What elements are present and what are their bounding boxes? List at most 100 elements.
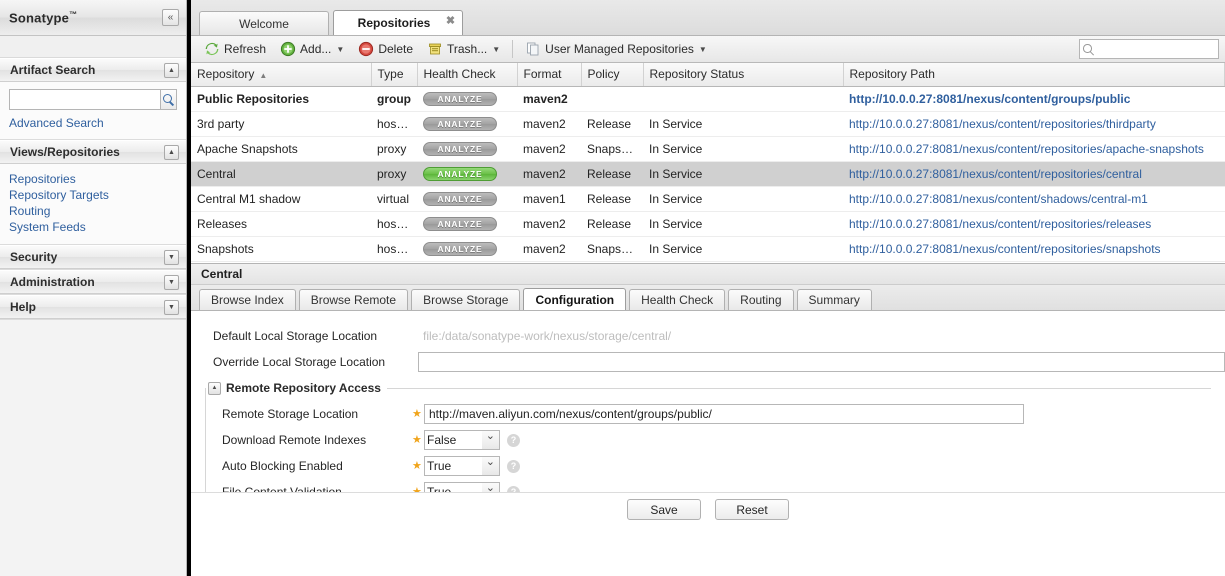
detail-tab-configuration[interactable]: Configuration (523, 288, 627, 310)
sidebar-item-system-feeds[interactable]: System Feeds (9, 219, 177, 235)
repository-path-link[interactable]: http://10.0.0.27:8081/nexus/content/repo… (849, 142, 1204, 156)
trash-icon (429, 43, 441, 55)
detail-tab-browse-remote[interactable]: Browse Remote (298, 289, 409, 310)
help-icon[interactable]: ? (507, 433, 520, 447)
chevron-down-icon[interactable]: ▼ (164, 299, 179, 315)
tab-repositories[interactable]: Repositories ✖ (333, 10, 463, 35)
analyze-badge[interactable]: ANALYZE (423, 242, 497, 256)
column-header-policy[interactable]: Policy (581, 63, 644, 87)
save-button[interactable]: Save (627, 499, 701, 520)
panel-header-views-repositories[interactable]: Views/Repositories ▲ (0, 140, 186, 164)
cell-health-check: ANALYZE (417, 136, 517, 162)
detail-tab-label: Browse Index (211, 293, 284, 307)
required-star-icon: ★ (412, 433, 422, 446)
refresh-button[interactable]: Refresh (197, 39, 273, 60)
chevron-down-icon: ▼ (336, 44, 345, 54)
cell-policy (581, 86, 643, 112)
toolbar-separator (512, 40, 514, 58)
cell-policy: Release (581, 186, 643, 212)
detail-tab-health-check[interactable]: Health Check (629, 289, 726, 310)
table-row[interactable]: Public Repositories group ANALYZE maven2 htt… (191, 86, 1225, 112)
reset-button[interactable]: Reset (715, 499, 789, 520)
detail-tab-browse-index[interactable]: Browse Index (199, 289, 296, 310)
sidebar-item-routing[interactable]: Routing (9, 203, 177, 219)
panel-header-security[interactable]: Security ▼ (0, 245, 186, 269)
close-icon[interactable]: ✖ (445, 16, 456, 27)
table-row[interactable]: 3rd party hosted ANALYZE maven2 Release In Se… (191, 111, 1225, 137)
table-row[interactable]: Central proxy ANALYZE maven2 Release In Servi… (191, 161, 1225, 187)
trash-button[interactable]: Trash... ▼ (420, 39, 507, 60)
table-row[interactable]: Releases hosted ANALYZE maven2 Release In Ser… (191, 211, 1225, 237)
cell-type: virtual (371, 186, 417, 212)
cell-format: maven2 (517, 136, 581, 162)
column-header-repository-path[interactable]: Repository Path (843, 63, 1225, 87)
column-header-health-check[interactable]: Health Check (417, 63, 518, 87)
cell-repository-status: In Service (643, 211, 843, 237)
input-remote-storage-location[interactable] (424, 404, 1024, 424)
grid-search-box[interactable] (1079, 39, 1225, 59)
detail-tab-routing[interactable]: Routing (728, 289, 794, 310)
collapse-sidebar-icon[interactable]: « (162, 9, 179, 26)
table-row[interactable]: Central M1 shadow virtual ANALYZE maven1 Rel… (191, 186, 1225, 212)
panel-help: Help ▼ (0, 295, 186, 320)
repository-path-link[interactable]: http://10.0.0.27:8081/nexus/content/repo… (849, 117, 1156, 131)
column-header-repository-status[interactable]: Repository Status (643, 63, 844, 87)
detail-tab-browse-storage[interactable]: Browse Storage (411, 289, 521, 310)
chevron-up-icon[interactable]: ▲ (208, 381, 221, 395)
group-legend-label: Remote Repository Access (226, 381, 381, 395)
chevron-down-icon[interactable]: ▼ (164, 274, 179, 290)
column-header-type[interactable]: Type (371, 63, 418, 87)
analyze-badge[interactable]: ANALYZE (423, 167, 497, 181)
select-auto-blocking-enabled[interactable]: TrueFalse (424, 456, 500, 476)
panel-views-repositories: Views/Repositories ▲ Repositories Reposi… (0, 140, 186, 245)
documents-icon (527, 42, 539, 56)
artifact-search-input[interactable] (9, 89, 160, 110)
field-row-auto-blocking-enabled: Auto Blocking Enabled ★TrueFalse? (206, 453, 1211, 479)
detail-tab-summary[interactable]: Summary (796, 289, 872, 310)
sidebar-item-repository-targets[interactable]: Repository Targets (9, 187, 177, 203)
add-button[interactable]: Add... ▼ (273, 39, 351, 60)
cell-repository: Apache Snapshots (191, 136, 371, 162)
table-row[interactable]: Snapshots hosted ANALYZE maven2 Snapshot In S… (191, 236, 1225, 262)
repository-path-link[interactable]: http://10.0.0.27:8081/nexus/content/grou… (849, 92, 1130, 106)
detail-tab-label: Configuration (535, 292, 615, 307)
user-managed-repositories-button[interactable]: User Managed Repositories ▼ (518, 39, 714, 60)
repository-path-link[interactable]: http://10.0.0.27:8081/nexus/content/repo… (849, 217, 1151, 231)
tab-welcome[interactable]: Welcome (199, 11, 329, 35)
table-row[interactable]: Apache Snapshots proxy ANALYZE maven2 Snapsh… (191, 136, 1225, 162)
panel-header-help[interactable]: Help ▼ (0, 295, 186, 319)
cell-format: maven2 (517, 211, 581, 237)
artifact-search-button[interactable] (160, 89, 177, 110)
select-download-remote-indexes[interactable]: TrueFalse (424, 430, 500, 450)
chevron-down-icon: ▼ (492, 44, 501, 54)
analyze-badge[interactable]: ANALYZE (423, 192, 497, 206)
analyze-badge[interactable]: ANALYZE (423, 142, 497, 156)
label-download-remote-indexes: Download Remote Indexes (222, 433, 367, 447)
analyze-badge[interactable]: ANALYZE (423, 117, 497, 131)
panel-title-security: Security (10, 250, 58, 264)
analyze-badge[interactable]: ANALYZE (423, 217, 497, 231)
cell-repository: Releases (191, 211, 371, 237)
chevron-up-icon[interactable]: ▲ (164, 144, 179, 160)
cell-type: proxy (371, 161, 417, 187)
refresh-icon (205, 42, 219, 56)
delete-button[interactable]: Delete (351, 39, 420, 60)
label-default-local-storage: Default Local Storage Location (213, 329, 378, 343)
help-icon[interactable]: ? (507, 459, 520, 473)
column-header-repository[interactable]: Repository ▲ (191, 63, 372, 87)
panel-header-artifact-search[interactable]: Artifact Search ▲ (0, 58, 186, 82)
chevron-up-icon[interactable]: ▲ (164, 62, 179, 78)
chevron-down-icon[interactable]: ▼ (164, 249, 179, 265)
repository-path-link[interactable]: http://10.0.0.27:8081/nexus/content/repo… (849, 242, 1161, 256)
cell-policy: Snapshot (581, 136, 643, 162)
repository-path-link[interactable]: http://10.0.0.27:8081/nexus/content/shad… (849, 192, 1148, 206)
panel-header-administration[interactable]: Administration ▼ (0, 270, 186, 294)
repositories-table: Repository ▲ Type Health Check Format Pol… (191, 63, 1225, 262)
sidebar-item-repositories[interactable]: Repositories (9, 171, 177, 187)
repository-path-link[interactable]: http://10.0.0.27:8081/nexus/content/repo… (849, 167, 1142, 181)
input-override-local-storage[interactable] (418, 352, 1225, 372)
analyze-badge[interactable]: ANALYZE (423, 92, 497, 106)
advanced-search-link[interactable]: Advanced Search (9, 116, 177, 130)
grid-search-input[interactable] (1086, 41, 1225, 57)
column-header-format[interactable]: Format (517, 63, 582, 87)
